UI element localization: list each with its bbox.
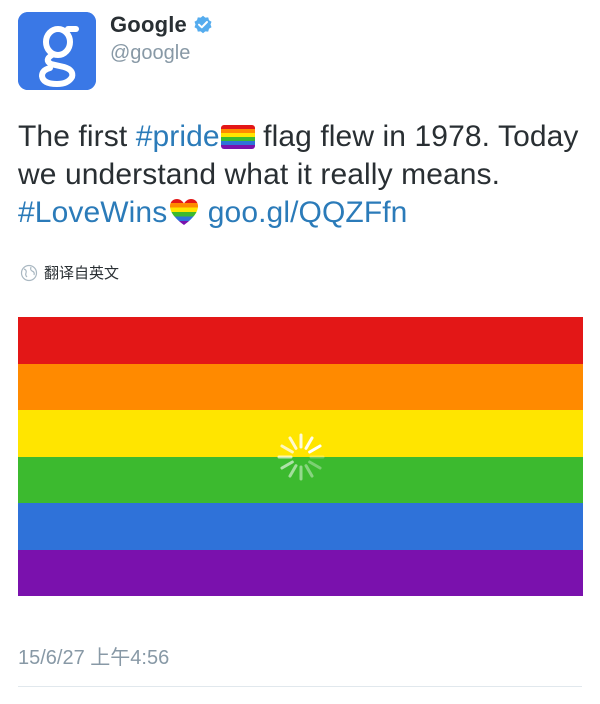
hashtag-lovewins-link[interactable]: #LoveWins — [18, 196, 167, 229]
translate-row[interactable]: 翻译自英文 — [20, 262, 119, 283]
flag-stripe — [18, 503, 583, 550]
spinner-tick — [308, 444, 322, 454]
spinner-tick — [280, 444, 294, 454]
flag-stripe — [18, 363, 583, 410]
user-handle[interactable]: @google — [110, 42, 190, 65]
verified-badge-icon — [194, 15, 212, 34]
user-name[interactable]: Google — [110, 12, 187, 38]
spinner-tick — [280, 460, 294, 470]
loading-spinner-icon — [277, 433, 325, 481]
tweet-timestamp[interactable]: 15/6/27 上午4:56 — [18, 641, 169, 670]
spinner-tick — [304, 436, 314, 450]
media-image-rainbow-flag[interactable] — [18, 317, 583, 596]
flag-stripe — [18, 317, 583, 364]
tweet-text: The first #pride flag flew in 1978. Toda… — [18, 118, 588, 232]
tweet-url-link[interactable]: goo.gl/QQZFfn — [208, 196, 408, 229]
spinner-tick — [304, 464, 314, 478]
spinner-tick — [288, 436, 298, 450]
flag-stripe — [18, 549, 583, 596]
google-g-logo-icon — [18, 12, 96, 90]
translate-label[interactable]: 翻译自英文 — [44, 262, 119, 283]
hashtag-pride-link[interactable]: #pride — [136, 120, 220, 153]
avatar[interactable] — [18, 12, 96, 90]
spinner-tick — [288, 464, 298, 478]
rainbow-flag-emoji-icon — [220, 125, 255, 149]
user-name-row[interactable]: Google — [110, 12, 213, 38]
spinner-tick — [308, 460, 322, 470]
globe-icon — [20, 264, 38, 281]
divider — [18, 686, 582, 687]
tweet-text-part-1: The first — [18, 120, 136, 153]
rainbow-heart-emoji-icon — [170, 199, 199, 225]
tweet-text-part-3 — [199, 196, 207, 229]
